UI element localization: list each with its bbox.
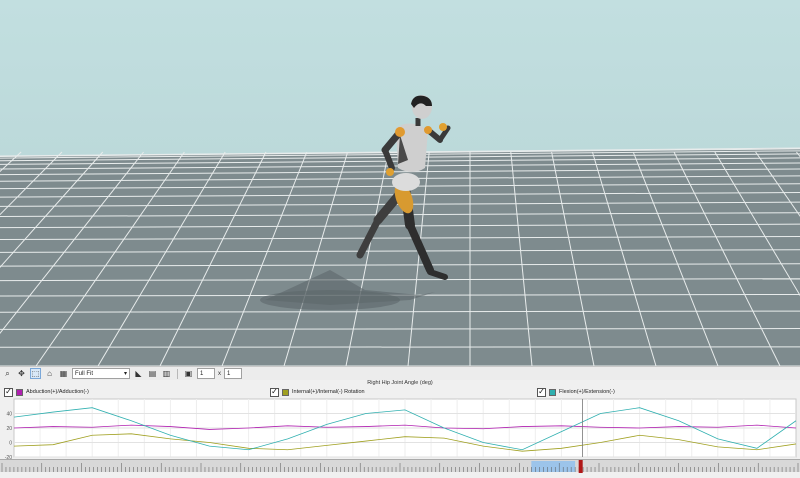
chevron-down-icon: ▾: [124, 370, 127, 377]
chart-plot-area[interactable]: 40200-20: [0, 397, 800, 459]
zoom-icon[interactable]: ⌕: [2, 368, 13, 379]
timeline-playhead: [579, 460, 583, 473]
legend-checkbox[interactable]: ✓: [4, 388, 13, 397]
pan-icon[interactable]: ✥: [16, 368, 27, 379]
legend-swatch: [16, 389, 23, 396]
times-label: x: [218, 371, 221, 377]
fit-mode-select[interactable]: Full Fit ▾: [72, 368, 130, 379]
legend-item-rotation[interactable]: ✓ Internal(+)/Internal(-) Rotation: [270, 387, 365, 397]
columns-value: 1: [200, 371, 203, 377]
plot-toolbar: ⌕ ✥ ⬚ ⌂ ▦ Full Fit ▾ ◣ ▤ ▥ ▣ 1 x 1: [0, 366, 800, 380]
legend-label: Abduction(+)/Adduction(-): [26, 389, 89, 395]
select-icon[interactable]: ⬚: [30, 368, 41, 379]
y-tick-label: 40: [6, 412, 12, 418]
chart-area-icon[interactable]: ◣: [133, 368, 144, 379]
y-tick-label: 20: [6, 426, 12, 432]
legend-swatch: [549, 389, 556, 396]
toolbar-divider: [177, 369, 178, 379]
rows-stepper[interactable]: 1: [224, 368, 242, 379]
y-tick-label: 0: [9, 441, 12, 447]
fit-mode-label: Full Fit: [75, 371, 93, 377]
plot-title: Right Hip Joint Angle (deg): [0, 380, 800, 387]
rows-value: 1: [227, 371, 230, 377]
3d-viewport[interactable]: [0, 0, 800, 366]
legend-checkbox[interactable]: ✓: [537, 388, 546, 397]
legend-label: Internal(+)/Internal(-) Rotation: [292, 389, 365, 395]
chart-line-icon[interactable]: ▥: [161, 368, 172, 379]
joint-angle-chart[interactable]: 40200-20: [0, 397, 800, 459]
legend-checkbox[interactable]: ✓: [270, 388, 279, 397]
3d-scene[interactable]: [0, 0, 800, 366]
timeline-range: [531, 461, 575, 472]
plot-legend: ✓ Abduction(+)/Adduction(-) ✓ Internal(+…: [0, 387, 800, 397]
legend-item-flexion[interactable]: ✓ Flexion(+)/Extension(-): [537, 387, 615, 397]
legend-item-abduction[interactable]: ✓ Abduction(+)/Adduction(-): [4, 387, 89, 397]
columns-stepper[interactable]: 1: [197, 368, 215, 379]
grid-icon[interactable]: ▦: [58, 368, 69, 379]
home-icon[interactable]: ⌂: [44, 368, 55, 379]
chart-bars-icon[interactable]: ▤: [147, 368, 158, 379]
legend-swatch: [282, 389, 289, 396]
timeline[interactable]: [0, 459, 800, 472]
layout-icon[interactable]: ▣: [183, 368, 194, 379]
legend-label: Flexion(+)/Extension(-): [559, 389, 615, 395]
timeline-ruler[interactable]: [0, 460, 800, 473]
